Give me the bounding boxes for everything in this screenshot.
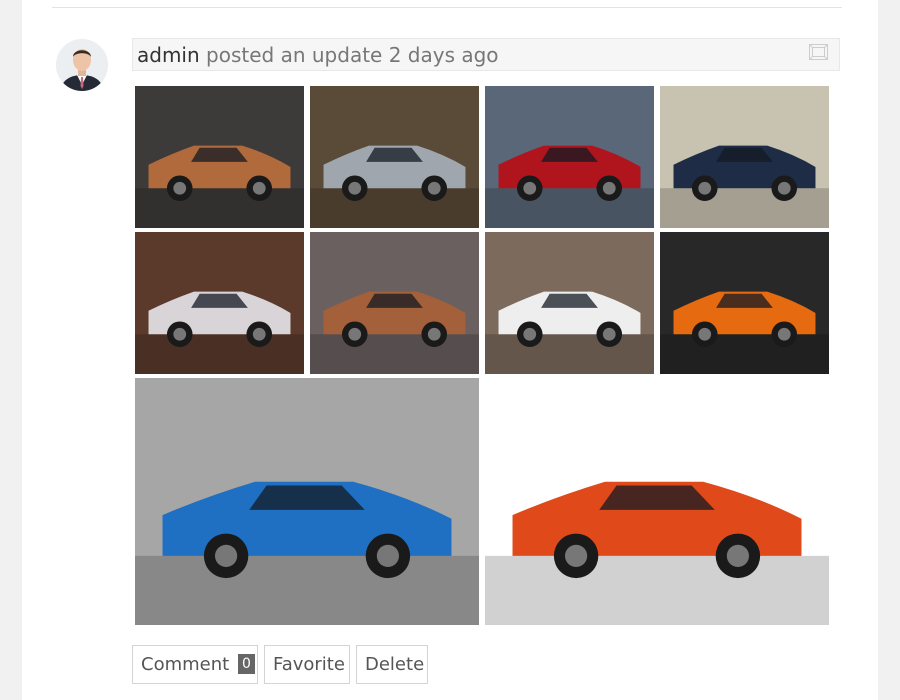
photo-orange-roadster[interactable] xyxy=(135,86,304,228)
photo-orange-hypercar-doors[interactable] xyxy=(485,378,829,625)
delete-button[interactable]: Delete xyxy=(356,645,428,684)
activity-action: posted an update xyxy=(206,43,383,67)
activity-header: admin posted an update 2 days ago xyxy=(132,38,840,71)
author-link[interactable]: admin xyxy=(137,43,200,67)
activity-timestamp[interactable]: 2 days ago xyxy=(389,43,499,67)
activity-header-text: admin posted an update 2 days ago xyxy=(137,43,499,67)
photo-white-coupe[interactable] xyxy=(135,232,304,374)
activity-page: admin posted an update 2 days ago Commen… xyxy=(22,0,878,700)
favorite-button[interactable]: Favorite xyxy=(264,645,350,684)
expand-icon[interactable] xyxy=(809,44,828,60)
photo-red-supercar[interactable] xyxy=(485,86,654,228)
photo-gallery xyxy=(135,86,829,625)
divider xyxy=(52,7,842,8)
photo-copper-roadster-doors[interactable] xyxy=(310,232,479,374)
photo-blue-convertible[interactable] xyxy=(135,378,479,625)
avatar[interactable] xyxy=(56,39,108,91)
photo-white-sports-car[interactable] xyxy=(485,232,654,374)
photo-blue-hypercar[interactable] xyxy=(660,86,829,228)
comment-label: Comment xyxy=(141,654,230,675)
comment-count-badge: 0 xyxy=(237,654,255,674)
photo-orange-track-car[interactable] xyxy=(660,232,829,374)
comment-button[interactable]: Comment 0 xyxy=(132,645,258,684)
photo-silver-gullwing[interactable] xyxy=(310,86,479,228)
